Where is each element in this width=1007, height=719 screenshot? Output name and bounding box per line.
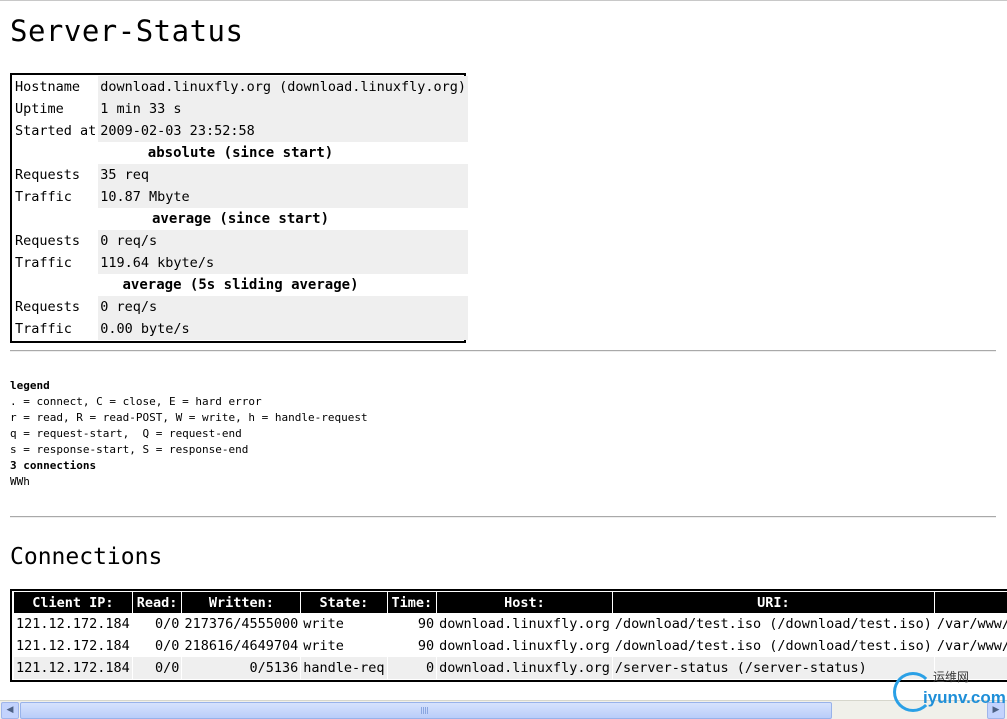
page-content: Server-Status Hostname download.linuxfly… xyxy=(0,0,1007,700)
status-row-abs-traffic: Traffic 10.87 Mbyte xyxy=(13,186,469,208)
cell-read: 0/0 xyxy=(155,616,180,632)
legend-line: s = response-start, S = response-end xyxy=(10,443,249,456)
connections-header-row: Client IP: Read: Written: State: Time: H… xyxy=(14,592,1007,613)
status-key: Requests xyxy=(15,299,81,315)
legend-line: r = read, R = read-POST, W = write, h = … xyxy=(10,411,368,424)
cell-written: 217376/4555000 xyxy=(184,616,299,632)
col-uri: URI: xyxy=(612,592,934,613)
legend-line: . = connect, C = close, E = hard error xyxy=(10,395,262,408)
connections-title: Connections xyxy=(10,544,163,570)
table-row: 121.12.172.184 0/0 0/5136 handle-req 0 d… xyxy=(14,657,1007,679)
cell-state: handle-req xyxy=(301,657,387,679)
status-key: Traffic xyxy=(15,255,72,271)
col-host: Host: xyxy=(437,592,612,613)
cell-client-ip: 121.12.172.184 xyxy=(16,616,130,632)
page-title: Server-Status xyxy=(10,14,244,48)
cell-client-ip: 121.12.172.184 xyxy=(14,657,132,679)
cell-read: 0/0 xyxy=(155,638,180,654)
table-row: 121.12.172.184 0/0 217376/4555000 write … xyxy=(14,613,1007,635)
cell-time: 90 xyxy=(417,638,435,654)
watermark-logo: 运维网 iyunv.com xyxy=(893,666,1006,714)
cell-written: 0/5136 xyxy=(182,657,301,679)
section-header: average (5s sliding average) xyxy=(13,274,469,296)
scrollbar-thumb[interactable] xyxy=(20,702,832,719)
status-section-sliding: average (5s sliding average) xyxy=(13,274,469,296)
status-key: Requests xyxy=(15,167,81,183)
cell-extra: /var/www/htm xyxy=(936,616,1007,632)
status-value: 10.87 Mbyte xyxy=(98,186,469,208)
status-value: 0.00 byte/s xyxy=(98,318,469,340)
cell-host: download.linuxfly.org xyxy=(437,657,612,679)
status-value: 2009-02-03 23:52:58 xyxy=(98,120,469,142)
status-row-sliding-traffic: Traffic 0.00 byte/s xyxy=(13,318,469,340)
status-section-absolute: absolute (since start) xyxy=(13,142,469,164)
col-state: State: xyxy=(301,592,387,613)
cell-uri: /server-status (/server-status) xyxy=(612,657,934,679)
cell-time: 90 xyxy=(417,616,435,632)
status-value: 0 req/s xyxy=(98,296,469,318)
divider xyxy=(10,516,996,518)
status-row-uptime: Uptime 1 min 33 s xyxy=(13,98,469,120)
cell-extra: /var/www/htm xyxy=(936,638,1007,654)
status-table: Hostname download.linuxfly.org (download… xyxy=(10,73,469,343)
cell-host: download.linuxfly.org xyxy=(439,638,610,654)
table-row: 121.12.172.184 0/0 218616/4649704 write … xyxy=(14,635,1007,657)
grip-icon xyxy=(421,707,429,714)
connections-table: Client IP: Read: Written: State: Time: H… xyxy=(10,589,1007,682)
cell-host: download.linuxfly.org xyxy=(439,616,610,632)
status-key: Traffic xyxy=(15,189,72,205)
status-value: 35 req xyxy=(98,164,469,186)
horizontal-scrollbar[interactable]: ◀ ▶ xyxy=(0,700,1007,719)
section-header: average (since start) xyxy=(13,208,469,230)
status-section-average: average (since start) xyxy=(13,208,469,230)
cell-uri: /download/test.iso (/download/test.iso) xyxy=(614,638,932,654)
cell-written: 218616/4649704 xyxy=(184,638,299,654)
status-row-sliding-requests: Requests 0 req/s xyxy=(13,296,469,318)
legend-line: q = request-start, Q = request-end xyxy=(10,427,242,440)
status-row-avg-traffic: Traffic 119.64 kbyte/s xyxy=(13,252,469,274)
status-key: Requests xyxy=(15,233,81,249)
cell-client-ip: 121.12.172.184 xyxy=(16,638,130,654)
status-key: Hostname xyxy=(15,79,81,95)
legend: legend . = connect, C = close, E = hard … xyxy=(10,378,368,490)
status-value: 119.64 kbyte/s xyxy=(98,252,469,274)
cell-time: 0 xyxy=(387,657,437,679)
scroll-left-arrow-icon[interactable]: ◀ xyxy=(1,702,19,719)
divider xyxy=(10,350,996,352)
cell-state: write xyxy=(303,616,344,632)
col-client-ip: Client IP: xyxy=(14,592,132,613)
status-row-avg-requests: Requests 0 req/s xyxy=(13,230,469,252)
cell-state: write xyxy=(303,638,344,654)
cell-uri: /download/test.iso (/download/test.iso) xyxy=(614,616,932,632)
col-written: Written: xyxy=(182,592,301,613)
status-value: 0 req/s xyxy=(98,230,469,252)
status-row-abs-requests: Requests 35 req xyxy=(13,164,469,186)
legend-title: legend xyxy=(10,379,50,392)
status-key: Traffic xyxy=(15,321,72,337)
col-read: Read: xyxy=(132,592,182,613)
connections-count: 3 connections xyxy=(10,459,97,472)
cell-read: 0/0 xyxy=(132,657,182,679)
status-row-started: Started at 2009-02-03 23:52:58 xyxy=(13,120,469,142)
col-extra xyxy=(934,592,1007,613)
col-time: Time: xyxy=(387,592,437,613)
watermark-cn-text: 运维网 xyxy=(933,670,970,684)
status-key: Uptime xyxy=(15,101,64,117)
status-key: Started at xyxy=(15,123,97,139)
status-value: 1 min 33 s xyxy=(98,98,469,120)
status-row-hostname: Hostname download.linuxfly.org (download… xyxy=(13,76,469,98)
watermark-url-text: iyunv.com xyxy=(923,688,1006,707)
connection-states: WWh xyxy=(10,475,30,488)
status-value: download.linuxfly.org (download.linuxfly… xyxy=(98,76,469,98)
section-header: absolute (since start) xyxy=(13,142,469,164)
